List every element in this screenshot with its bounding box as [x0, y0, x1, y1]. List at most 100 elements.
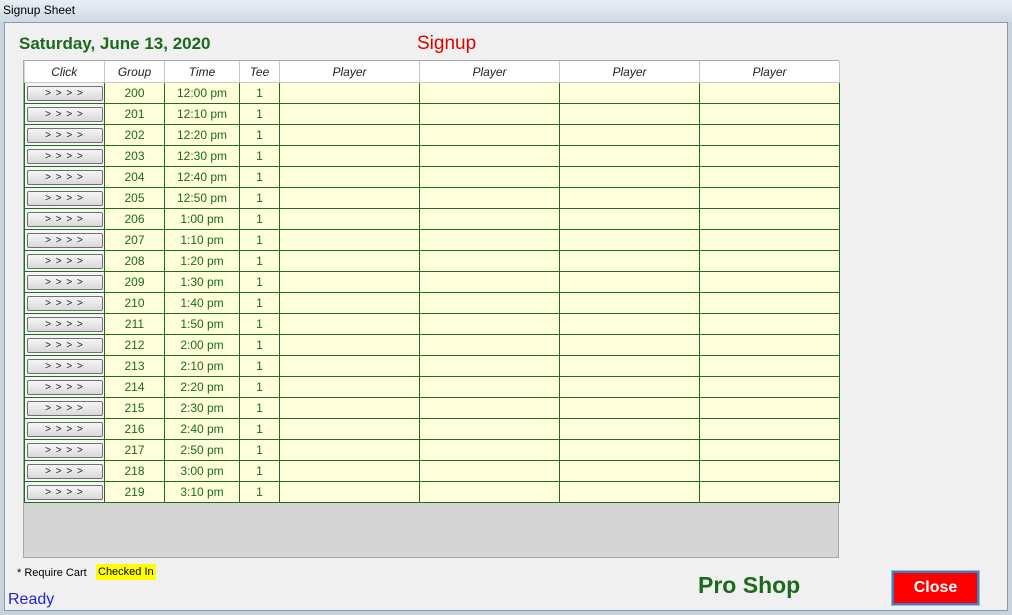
table-row[interactable]: > > > >201 12:10 pm 1	[24, 103, 840, 125]
player-cell[interactable]	[279, 355, 420, 377]
column-header[interactable]: Tee	[239, 61, 280, 83]
time-cell[interactable]: 1:40 pm	[164, 292, 240, 314]
signup-row-button[interactable]: > > > >	[26, 148, 103, 164]
player-cell[interactable]	[419, 82, 560, 104]
player-cell[interactable]	[699, 124, 840, 146]
table-row[interactable]: > > > >218 3:00 pm 1	[24, 460, 840, 482]
player-cell[interactable]	[279, 82, 420, 104]
player-cell[interactable]	[699, 313, 840, 335]
group-cell[interactable]: 207	[104, 229, 165, 251]
tee-cell[interactable]: 1	[239, 481, 280, 503]
signup-row-button[interactable]: > > > >	[26, 169, 103, 185]
tee-cell[interactable]: 1	[239, 229, 280, 251]
group-cell[interactable]: 211	[104, 313, 165, 335]
signup-row-button[interactable]: > > > >	[26, 442, 103, 458]
column-header[interactable]: Player	[699, 61, 840, 83]
table-row[interactable]: > > > >210 1:40 pm 1	[24, 292, 840, 314]
signup-row-button[interactable]: > > > >	[26, 190, 103, 206]
player-cell[interactable]	[559, 460, 700, 482]
player-cell[interactable]	[419, 145, 560, 167]
player-cell[interactable]	[279, 166, 420, 188]
player-cell[interactable]	[559, 271, 700, 293]
table-row[interactable]: > > > >215 2:30 pm 1	[24, 397, 840, 419]
table-row[interactable]: > > > >200 12:00 pm 1	[24, 82, 840, 104]
player-cell[interactable]	[279, 334, 420, 356]
player-cell[interactable]	[559, 103, 700, 125]
player-cell[interactable]	[419, 355, 560, 377]
player-cell[interactable]	[559, 397, 700, 419]
player-cell[interactable]	[279, 376, 420, 398]
tee-cell[interactable]: 1	[239, 355, 280, 377]
player-cell[interactable]	[279, 229, 420, 251]
group-cell[interactable]: 209	[104, 271, 165, 293]
signup-row-button[interactable]: > > > >	[26, 400, 103, 416]
tee-cell[interactable]: 1	[239, 334, 280, 356]
tee-cell[interactable]: 1	[239, 82, 280, 104]
table-row[interactable]: > > > >211 1:50 pm 1	[24, 313, 840, 335]
player-cell[interactable]	[559, 145, 700, 167]
signup-row-button[interactable]: > > > >	[26, 463, 103, 479]
player-cell[interactable]	[699, 418, 840, 440]
player-cell[interactable]	[279, 145, 420, 167]
player-cell[interactable]	[699, 334, 840, 356]
player-cell[interactable]	[419, 229, 560, 251]
player-cell[interactable]	[419, 250, 560, 272]
group-cell[interactable]: 213	[104, 355, 165, 377]
player-cell[interactable]	[699, 376, 840, 398]
group-cell[interactable]: 217	[104, 439, 165, 461]
table-row[interactable]: > > > >208 1:20 pm 1	[24, 250, 840, 272]
time-cell[interactable]: 2:30 pm	[164, 397, 240, 419]
player-cell[interactable]	[419, 124, 560, 146]
column-header[interactable]: Player	[559, 61, 700, 83]
player-cell[interactable]	[699, 145, 840, 167]
player-cell[interactable]	[559, 187, 700, 209]
time-cell[interactable]: 1:20 pm	[164, 250, 240, 272]
player-cell[interactable]	[559, 250, 700, 272]
player-cell[interactable]	[559, 334, 700, 356]
group-cell[interactable]: 212	[104, 334, 165, 356]
table-row[interactable]: > > > >214 2:20 pm 1	[24, 376, 840, 398]
time-cell[interactable]: 12:30 pm	[164, 145, 240, 167]
player-cell[interactable]	[419, 460, 560, 482]
time-cell[interactable]: 1:00 pm	[164, 208, 240, 230]
column-header[interactable]: Time	[164, 61, 240, 83]
time-cell[interactable]: 12:40 pm	[164, 166, 240, 188]
player-cell[interactable]	[699, 250, 840, 272]
player-cell[interactable]	[279, 187, 420, 209]
player-cell[interactable]	[279, 271, 420, 293]
tee-cell[interactable]: 1	[239, 271, 280, 293]
column-header[interactable]: Player	[279, 61, 420, 83]
player-cell[interactable]	[419, 271, 560, 293]
player-cell[interactable]	[559, 82, 700, 104]
signup-row-button[interactable]: > > > >	[26, 274, 103, 290]
time-cell[interactable]: 1:50 pm	[164, 313, 240, 335]
table-row[interactable]: > > > >209 1:30 pm 1	[24, 271, 840, 293]
player-cell[interactable]	[419, 208, 560, 230]
player-cell[interactable]	[559, 166, 700, 188]
tee-cell[interactable]: 1	[239, 250, 280, 272]
player-cell[interactable]	[559, 313, 700, 335]
table-row[interactable]: > > > >203 12:30 pm 1	[24, 145, 840, 167]
title-bar[interactable]: Signup Sheet	[0, 0, 1012, 22]
tee-cell[interactable]: 1	[239, 313, 280, 335]
group-cell[interactable]: 205	[104, 187, 165, 209]
player-cell[interactable]	[699, 208, 840, 230]
signup-row-button[interactable]: > > > >	[26, 253, 103, 269]
player-cell[interactable]	[699, 439, 840, 461]
time-cell[interactable]: 2:10 pm	[164, 355, 240, 377]
player-cell[interactable]	[699, 460, 840, 482]
tee-cell[interactable]: 1	[239, 187, 280, 209]
signup-row-button[interactable]: > > > >	[26, 211, 103, 227]
player-cell[interactable]	[419, 397, 560, 419]
group-cell[interactable]: 208	[104, 250, 165, 272]
time-cell[interactable]: 1:10 pm	[164, 229, 240, 251]
time-cell[interactable]: 2:20 pm	[164, 376, 240, 398]
time-cell[interactable]: 1:30 pm	[164, 271, 240, 293]
player-cell[interactable]	[419, 187, 560, 209]
player-cell[interactable]	[419, 334, 560, 356]
time-cell[interactable]: 2:00 pm	[164, 334, 240, 356]
group-cell[interactable]: 214	[104, 376, 165, 398]
player-cell[interactable]	[699, 355, 840, 377]
tee-cell[interactable]: 1	[239, 376, 280, 398]
signup-row-button[interactable]: > > > >	[26, 85, 103, 101]
